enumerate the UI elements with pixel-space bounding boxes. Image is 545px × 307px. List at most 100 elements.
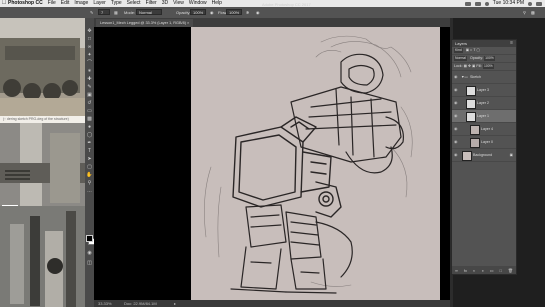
brush-size-picker[interactable]: 7 bbox=[98, 9, 110, 15]
menu-help[interactable]: Help bbox=[212, 0, 222, 7]
menu-window[interactable]: Window bbox=[189, 0, 207, 7]
visibility-eye-icon[interactable]: ◉ bbox=[454, 110, 460, 122]
status-menu-icon[interactable]: ▸ bbox=[174, 300, 176, 307]
new-layer-icon[interactable]: □ bbox=[500, 268, 502, 273]
lasso-tool-icon[interactable]: ∞ bbox=[86, 44, 93, 50]
fill-input[interactable]: 100% bbox=[483, 63, 494, 69]
eyedropper-tool-icon[interactable]: ∗ bbox=[86, 68, 93, 74]
layer-style-icon[interactable]: fx bbox=[464, 268, 467, 273]
workspace-icon[interactable]: ▩ bbox=[531, 9, 535, 16]
brush-tool-icon[interactable]: ✎ bbox=[86, 84, 93, 90]
pen-tool-icon[interactable]: ✒ bbox=[86, 140, 93, 146]
more-tools-icon[interactable]: … bbox=[86, 188, 93, 194]
mech-sketch-drawing bbox=[204, 35, 413, 294]
new-group-icon[interactable]: ▭ bbox=[490, 268, 494, 273]
lock-pixels-icon[interactable]: ▦ bbox=[464, 64, 467, 68]
quick-mask-icon[interactable]: ◉ bbox=[86, 250, 93, 256]
visibility-eye-icon[interactable]: ◉ bbox=[454, 123, 460, 135]
zoom-tool-icon[interactable]: ⚲ bbox=[86, 180, 93, 186]
filter-shape-icon[interactable]: ▢ bbox=[476, 48, 479, 52]
menu-view[interactable]: View bbox=[173, 0, 184, 7]
visibility-eye-icon[interactable]: ◉ bbox=[454, 149, 460, 161]
close-tab-icon[interactable]: × bbox=[187, 21, 189, 25]
layer-row-layer-2[interactable]: ◉ Layer 2 bbox=[452, 97, 516, 110]
opacity-label: Opacity: bbox=[176, 10, 191, 15]
opacity-input[interactable]: 100% bbox=[190, 9, 206, 15]
canvas-workspace[interactable] bbox=[94, 27, 450, 300]
menu-3d[interactable]: 3D bbox=[162, 0, 168, 7]
layer-row-layer-1[interactable]: ◉ Layer 1 bbox=[452, 110, 516, 123]
menu-filter[interactable]: Filter bbox=[146, 0, 157, 7]
pressure-opacity-icon[interactable]: ◉ bbox=[210, 9, 214, 16]
lock-row: Lock: ▦ ✥ ▣ Fill: 100% bbox=[452, 63, 516, 71]
visibility-eye-icon[interactable]: ◉ bbox=[454, 97, 460, 109]
airbrush-icon[interactable]: ✻ bbox=[246, 9, 249, 16]
lock-position-icon[interactable]: ✥ bbox=[468, 64, 471, 68]
visibility-eye-icon[interactable]: ◉ bbox=[454, 84, 460, 96]
panel-menu-icon[interactable]: ≡ bbox=[510, 40, 513, 47]
search-icon[interactable]: ⚲ bbox=[523, 9, 526, 16]
menu-type[interactable]: Type bbox=[111, 0, 122, 7]
blend-mode-select[interactable]: Normal bbox=[454, 55, 467, 61]
gradient-tool-icon[interactable]: ▩ bbox=[86, 116, 93, 122]
layer-row-layer-0[interactable]: ◉ Layer 0 bbox=[452, 136, 516, 149]
delete-layer-icon[interactable]: 🗑 bbox=[508, 268, 513, 273]
lock-all-icon[interactable]: ▣ bbox=[472, 64, 475, 68]
link-layers-icon[interactable]: ∞ bbox=[455, 268, 458, 273]
layers-panel-title[interactable]: Layers bbox=[455, 41, 467, 46]
filter-pixel-icon[interactable]: ▣ bbox=[466, 48, 469, 52]
layer-row-background[interactable]: ◉ Background ▣ bbox=[452, 149, 516, 162]
menu-file[interactable]: File bbox=[48, 0, 56, 7]
apple-icon[interactable]:  bbox=[0, 0, 8, 7]
brush-tool-icon[interactable]: ✎ bbox=[90, 9, 93, 16]
layer-row-layer-3[interactable]: ◉ Layer 3 bbox=[452, 84, 516, 97]
shape-tool-icon[interactable]: ▢ bbox=[86, 164, 93, 170]
screen-mode-icon[interactable]: ◫ bbox=[86, 260, 93, 266]
layer-opacity-input[interactable]: 100% bbox=[484, 55, 495, 61]
type-tool-icon[interactable]: T bbox=[86, 148, 93, 154]
menu-layer[interactable]: Layer bbox=[93, 0, 106, 7]
zoom-level[interactable]: 33.33% bbox=[98, 300, 112, 307]
add-mask-icon[interactable]: ◐ bbox=[473, 268, 475, 273]
adjustment-layer-icon[interactable]: ◑ bbox=[481, 268, 483, 273]
visibility-eye-icon[interactable]: ◉ bbox=[454, 136, 460, 148]
visibility-eye-icon[interactable]: ◉ bbox=[454, 71, 460, 83]
spotlight-search-icon[interactable] bbox=[528, 1, 532, 6]
wifi-icon[interactable] bbox=[464, 1, 471, 6]
dodge-tool-icon[interactable]: ◯ bbox=[86, 132, 93, 138]
notification-center-icon[interactable] bbox=[536, 1, 542, 6]
quick-select-tool-icon[interactable]: ✦ bbox=[86, 52, 93, 58]
menu-edit[interactable]: Edit bbox=[61, 0, 70, 7]
pressure-size-icon[interactable]: ◉ bbox=[256, 9, 260, 16]
document-canvas[interactable] bbox=[191, 27, 440, 300]
kind-filter-label: Kind bbox=[455, 47, 462, 52]
move-tool-icon[interactable]: ✥ bbox=[86, 28, 93, 34]
kind-filter-select[interactable]: Kind bbox=[454, 47, 463, 53]
mode-select[interactable]: Normal bbox=[136, 9, 162, 15]
history-brush-tool-icon[interactable]: ↺ bbox=[86, 100, 93, 106]
layers-panel: Layers ≡ Kind ▣ ◐ T ▢ Normal Opacity: 10… bbox=[451, 39, 517, 275]
flow-input[interactable]: 100% bbox=[226, 9, 242, 15]
blur-tool-icon[interactable]: ● bbox=[86, 124, 93, 130]
hand-tool-icon[interactable]: ✋ bbox=[86, 172, 93, 178]
group-name: Sketch bbox=[470, 75, 481, 79]
layer-group-sketch[interactable]: ◉ ▼▭ Sketch bbox=[452, 71, 516, 84]
volume-icon[interactable] bbox=[484, 1, 489, 6]
layers-panel-footer: ∞ fx ◐ ◑ ▭ □ 🗑 bbox=[452, 266, 516, 274]
brush-panel-icon[interactable]: ▦ bbox=[114, 9, 118, 16]
battery-icon[interactable] bbox=[474, 1, 481, 6]
menu-app-name[interactable]: Photoshop CC bbox=[8, 0, 43, 7]
eraser-tool-icon[interactable]: ▭ bbox=[86, 108, 93, 114]
layer-row-layer-4[interactable]: ◉ Layer 4 bbox=[452, 123, 516, 136]
foreground-color-swatch[interactable] bbox=[86, 235, 93, 242]
marquee-tool-icon[interactable]: □ bbox=[86, 36, 93, 42]
healing-tool-icon[interactable]: ✚ bbox=[86, 76, 93, 82]
lock-label: Lock: bbox=[454, 64, 463, 68]
path-select-tool-icon[interactable]: ➤ bbox=[86, 156, 93, 162]
menu-image[interactable]: Image bbox=[74, 0, 88, 7]
stamp-tool-icon[interactable]: ▣ bbox=[86, 92, 93, 98]
menubar-clock[interactable]: Tue 10:34 PM bbox=[493, 0, 524, 7]
crop-tool-icon[interactable]: ⌒ bbox=[86, 60, 93, 66]
menu-select[interactable]: Select bbox=[127, 0, 141, 7]
document-tab[interactable]: Lesson1_Mech Legged @ 33.3% (Layer 1, RG… bbox=[96, 19, 194, 27]
